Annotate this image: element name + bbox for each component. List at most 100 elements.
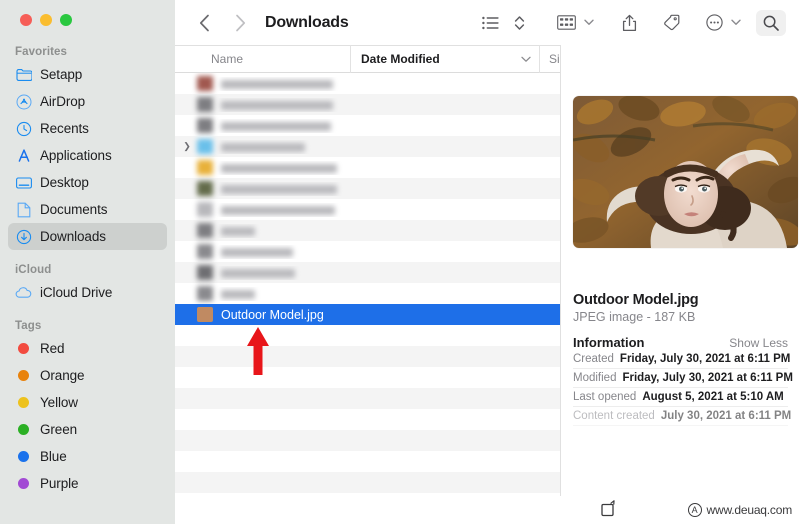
tag-dot-icon	[15, 394, 32, 411]
back-button[interactable]	[191, 10, 217, 36]
more-ellipsis-icon[interactable]	[703, 10, 726, 36]
file-type-icon	[197, 286, 213, 301]
folder-icon	[15, 66, 32, 83]
watermark: A www.deuaq.com	[687, 503, 792, 517]
file-type-icon	[197, 160, 213, 175]
sidebar-item-label: Applications	[40, 148, 112, 163]
desktop-icon	[15, 174, 32, 191]
zoom-button[interactable]	[60, 14, 72, 26]
sidebar-group-tags-title: Tags	[15, 320, 42, 332]
file-name	[213, 98, 611, 112]
share-icon[interactable]	[619, 10, 640, 36]
info-metadata-value: August 5, 2021 at 5:10 AM	[642, 391, 784, 403]
sidebar-item-label: Red	[40, 341, 65, 356]
file-name	[213, 119, 611, 133]
sidebar-item-setapp[interactable]: Setapp	[8, 61, 167, 88]
sidebar-item-label: Recents	[40, 121, 89, 136]
forward-button[interactable]	[227, 10, 253, 36]
sidebar: Favorites Setapp AirDrop Recents Applica…	[0, 0, 175, 524]
finder-window: Favorites Setapp AirDrop Recents Applica…	[0, 0, 800, 524]
sidebar-item-icloud-drive[interactable]: iCloud Drive	[8, 279, 167, 306]
chevron-down-icon[interactable]	[728, 10, 744, 36]
sidebar-item-label: AirDrop	[40, 94, 86, 109]
sort-chevron-down-icon	[521, 52, 531, 66]
group-by-control[interactable]	[554, 10, 597, 36]
sidebar-item-desktop[interactable]: Desktop	[8, 169, 167, 196]
rotate-icon[interactable]	[600, 499, 618, 522]
search-button[interactable]	[756, 9, 786, 36]
sidebar-item-recents[interactable]: Recents	[8, 115, 167, 142]
chevron-down-icon[interactable]	[581, 10, 597, 36]
file-type-icon	[197, 202, 213, 217]
sidebar-item-label: Downloads	[40, 229, 106, 244]
page-title: Downloads	[265, 13, 349, 31]
column-header-date-label: Date Modified	[361, 52, 440, 66]
quicklook-icons	[600, 499, 618, 522]
file-name	[213, 77, 611, 91]
bottom-bar: A www.deuaq.com	[175, 496, 800, 524]
info-metadata-value: Friday, July 30, 2021 at 6:11 PM	[619, 353, 791, 365]
sidebar-item-airdrop[interactable]: AirDrop	[8, 88, 167, 115]
file-name	[213, 287, 611, 301]
sidebar-item-label: Green	[40, 422, 78, 437]
info-panel: Outdoor Model.jpg JPEG image - 187 KB In…	[560, 45, 800, 524]
info-metadata-value: Friday, July 30, 2021 at 6:11 PM	[622, 372, 793, 384]
sidebar-item-applications[interactable]: Applications	[8, 142, 167, 169]
tag-dot-icon	[15, 340, 32, 357]
tag-icon[interactable]	[660, 10, 683, 36]
sidebar-item-tag-blue[interactable]: Blue	[8, 443, 167, 470]
info-metadata-value: July 30, 2021 at 6:11 PM	[660, 410, 792, 422]
file-name	[213, 203, 611, 217]
sidebar-item-tag-yellow[interactable]: Yellow	[8, 389, 167, 416]
info-section-title: Information	[573, 335, 645, 350]
file-name	[213, 245, 611, 259]
info-metadata-row: Content created July 30, 2021 at 6:11 PM	[573, 407, 792, 426]
minimize-button[interactable]	[40, 14, 52, 26]
sidebar-group-icloud-title: iCloud	[15, 264, 52, 276]
sidebar-item-label: Yellow	[40, 395, 78, 410]
column-header-date-modified[interactable]: Date Modified	[350, 45, 539, 73]
watermark-mark-icon: A	[687, 503, 702, 517]
list-view-icon[interactable]	[479, 10, 502, 36]
sidebar-item-tag-green[interactable]: Green	[8, 416, 167, 443]
sidebar-item-label: Setapp	[40, 67, 83, 82]
window-controls	[0, 0, 175, 36]
cloud-icon	[15, 284, 32, 301]
tag-dot-icon	[15, 367, 32, 384]
close-button[interactable]	[20, 14, 32, 26]
file-type-icon	[197, 139, 213, 154]
show-less-button[interactable]: Show Less	[729, 336, 788, 350]
info-metadata-label: Modified	[573, 372, 617, 384]
sidebar-item-tag-purple[interactable]: Purple	[8, 470, 167, 497]
sidebar-item-label: iCloud Drive	[40, 285, 113, 300]
sidebar-item-label: Orange	[40, 368, 85, 383]
preview-image	[573, 96, 798, 248]
downloads-icon	[15, 228, 32, 245]
sort-updown-icon[interactable]	[511, 10, 528, 36]
file-name	[213, 140, 611, 154]
info-metadata-row: Created Friday, July 30, 2021 at 6:11 PM	[573, 350, 791, 369]
file-name	[213, 182, 611, 196]
document-icon	[15, 201, 32, 218]
view-controls	[479, 10, 528, 36]
more-actions-control[interactable]	[703, 10, 744, 36]
clock-icon	[15, 120, 32, 137]
sidebar-item-documents[interactable]: Documents	[8, 196, 167, 223]
info-metadata-label: Content created	[573, 410, 655, 422]
info-file-kind: JPEG image - 187 KB	[573, 310, 696, 324]
file-type-icon	[197, 265, 213, 280]
toolbar: Downloads	[175, 0, 800, 45]
file-type-icon	[197, 307, 213, 322]
file-type-icon	[197, 97, 213, 112]
group-grid-icon[interactable]	[554, 10, 579, 36]
sidebar-item-downloads[interactable]: Downloads	[8, 223, 167, 250]
info-section-header: Information Show Less	[573, 335, 788, 350]
sidebar-item-label: Purple	[40, 476, 79, 491]
file-name	[213, 266, 611, 280]
sidebar-item-tag-orange[interactable]: Orange	[8, 362, 167, 389]
tag-dot-icon	[15, 448, 32, 465]
disclosure-chevron-icon[interactable]: ❯	[179, 141, 195, 152]
column-header-name[interactable]: Name	[175, 45, 350, 73]
sidebar-item-tag-red[interactable]: Red	[8, 335, 167, 362]
info-metadata-list: Created Friday, July 30, 2021 at 6:11 PM M…	[573, 350, 793, 426]
